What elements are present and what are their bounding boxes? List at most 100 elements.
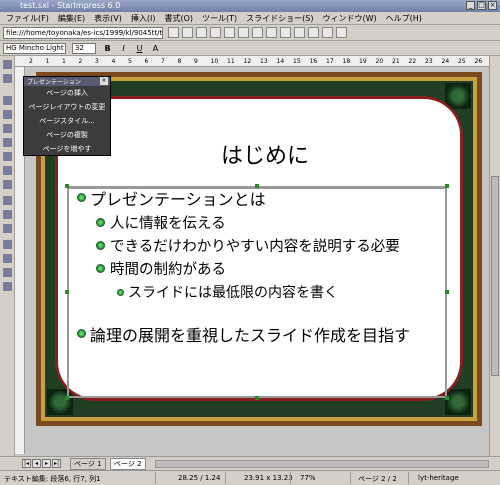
status-page: ページ 2 / 2 [358, 475, 397, 483]
status-position: 28.25 / 1.24 [178, 474, 221, 482]
tab-page-2[interactable]: ページ 2 [110, 458, 146, 470]
selection-handle[interactable] [65, 290, 69, 294]
ruler-tick-label: 1 [45, 58, 50, 65]
underline-button[interactable]: U [134, 43, 145, 54]
copy-icon[interactable] [252, 27, 263, 38]
open-icon[interactable] [182, 27, 193, 38]
print-icon[interactable] [224, 27, 235, 38]
bullet-item[interactable]: スライドには最低限の内容を書く [128, 282, 338, 302]
bullet-item[interactable]: できるだけわかりやすい内容を説明する必要 [110, 235, 400, 256]
selection-handle[interactable] [255, 396, 259, 400]
panel-item-page-style[interactable]: ページスタイル... [24, 114, 110, 128]
selection-handle[interactable] [445, 396, 449, 400]
menu-bar: ファイル(F) 編集(E) 表示(V) 挿入(I) 書式(O) ツール(T) ス… [0, 12, 500, 25]
ruler-tick-label: 21 [392, 58, 400, 65]
save-icon[interactable] [196, 27, 207, 38]
rotate-icon[interactable] [3, 196, 12, 205]
help-icon[interactable] [336, 27, 347, 38]
panel-item-duplicate-page[interactable]: ページの複製 [24, 128, 110, 142]
tab-navigation: |◂ ◂ ▸ ▸| [22, 459, 61, 468]
menu-slideshow[interactable]: スライドショー(S) [246, 13, 313, 24]
panel-item-change-layout[interactable]: ページレイアウトの変更 [24, 100, 110, 114]
bullet-item[interactable]: 論理の展開を重視したスライド作成を目指す [90, 322, 410, 346]
alignment-icon[interactable] [3, 210, 12, 219]
zoom-icon[interactable] [3, 74, 12, 83]
ruler-tick-label: 1 [62, 58, 66, 65]
panel-item-insert-page[interactable]: ページの挿入 [24, 86, 110, 100]
horizontal-scrollbar[interactable] [155, 460, 489, 468]
bullet-item[interactable]: プレゼンテーションとは [90, 186, 266, 210]
minimize-button[interactable]: _ [466, 1, 475, 10]
cut-icon[interactable] [238, 27, 249, 38]
text-icon[interactable] [3, 96, 12, 105]
navigator-icon[interactable] [308, 27, 319, 38]
menu-help[interactable]: ヘルプ(H) [386, 13, 422, 24]
selection-handle[interactable] [65, 396, 69, 400]
effects-icon[interactable] [3, 254, 12, 263]
ruler-tick-label: 8 [177, 58, 182, 65]
maximize-button[interactable]: □ [477, 1, 486, 10]
vertical-scrollbar[interactable] [489, 56, 500, 456]
menu-window[interactable]: ウィンドウ(W) [322, 13, 376, 24]
menu-file[interactable]: ファイル(F) [6, 13, 49, 24]
status-layout: lyt-heritage [418, 474, 459, 482]
rectangle-icon[interactable] [3, 110, 12, 119]
3d-effects-icon[interactable] [3, 282, 12, 291]
close-button[interactable]: × [488, 1, 497, 10]
menu-format[interactable]: 書式(O) [164, 13, 193, 24]
ruler-tick-label: 22 [408, 58, 417, 65]
last-page-icon[interactable]: ▸| [52, 459, 61, 468]
status-separator [225, 472, 226, 484]
window-controls: _ □ × [466, 1, 497, 10]
slide-title[interactable]: はじめに [140, 138, 390, 170]
first-page-icon[interactable]: |◂ [22, 459, 31, 468]
window-title: test.sxi - StarImpress 6.0 [20, 1, 121, 10]
menu-insert[interactable]: 挿入(I) [131, 13, 156, 24]
bullet-item[interactable]: 人に情報を伝える [110, 212, 226, 233]
menu-tools[interactable]: ツール(T) [202, 13, 237, 24]
menu-edit[interactable]: 編集(E) [58, 13, 85, 24]
menu-view[interactable]: 表示(V) [94, 13, 122, 24]
next-page-icon[interactable]: ▸ [42, 459, 51, 468]
vertical-scrollbar-thumb[interactable] [491, 176, 499, 376]
ruler-tick-label: 9 [194, 58, 198, 65]
3d-object-icon[interactable] [3, 138, 12, 147]
bullet-item[interactable]: 時間の制約がある [110, 258, 226, 279]
undo-icon[interactable] [280, 27, 291, 38]
bullet-icon [96, 218, 105, 227]
redo-icon[interactable] [294, 27, 305, 38]
insert-icon[interactable] [3, 240, 12, 249]
connector-icon[interactable] [3, 180, 12, 189]
interaction-icon[interactable] [3, 268, 12, 277]
font-size-select[interactable]: 32 [72, 43, 96, 54]
tab-page-1[interactable]: ページ 1 [70, 458, 106, 470]
font-name-select[interactable]: HG Mincho Light [3, 43, 66, 54]
ruler-tick-label: 7 [161, 58, 165, 65]
panel-header[interactable]: プレゼンテーション × [24, 77, 110, 86]
gallery-icon[interactable] [322, 27, 333, 38]
selection-handle[interactable] [65, 184, 69, 188]
bold-button[interactable]: B [102, 43, 113, 54]
mail-icon[interactable] [210, 27, 221, 38]
panel-title: プレゼンテーション [27, 79, 81, 86]
prev-page-icon[interactable]: ◂ [32, 459, 41, 468]
status-separator [350, 472, 351, 484]
panel-item-expand-page[interactable]: ページを増やす [24, 142, 110, 156]
select-icon[interactable] [3, 60, 12, 69]
status-zoom[interactable]: 77% [300, 474, 316, 482]
line-icon[interactable] [3, 166, 12, 175]
font-color-button[interactable]: A [150, 43, 161, 54]
function-toolbar-icons [168, 27, 347, 38]
curve-icon[interactable] [3, 152, 12, 161]
presentation-panel: プレゼンテーション × ページの挿入 ページレイアウトの変更 ページスタイル..… [23, 76, 111, 156]
edit-file-icon[interactable] [168, 27, 179, 38]
ellipse-icon[interactable] [3, 124, 12, 133]
italic-button[interactable]: I [118, 43, 129, 54]
panel-close-icon[interactable]: × [100, 77, 108, 85]
paste-icon[interactable] [266, 27, 277, 38]
selection-handle[interactable] [445, 184, 449, 188]
url-input[interactable]: file:///home/toyonaka/es-ics/1999/kl/904… [3, 27, 163, 39]
selection-handle[interactable] [445, 290, 449, 294]
horizontal-ruler[interactable]: 2 1 1 2 3 4 5 6 7 8 9 10 11 12 13 14 15 16 17 18 19 20 21 22 23 2… [15, 56, 489, 67]
arrange-icon[interactable] [3, 224, 12, 233]
